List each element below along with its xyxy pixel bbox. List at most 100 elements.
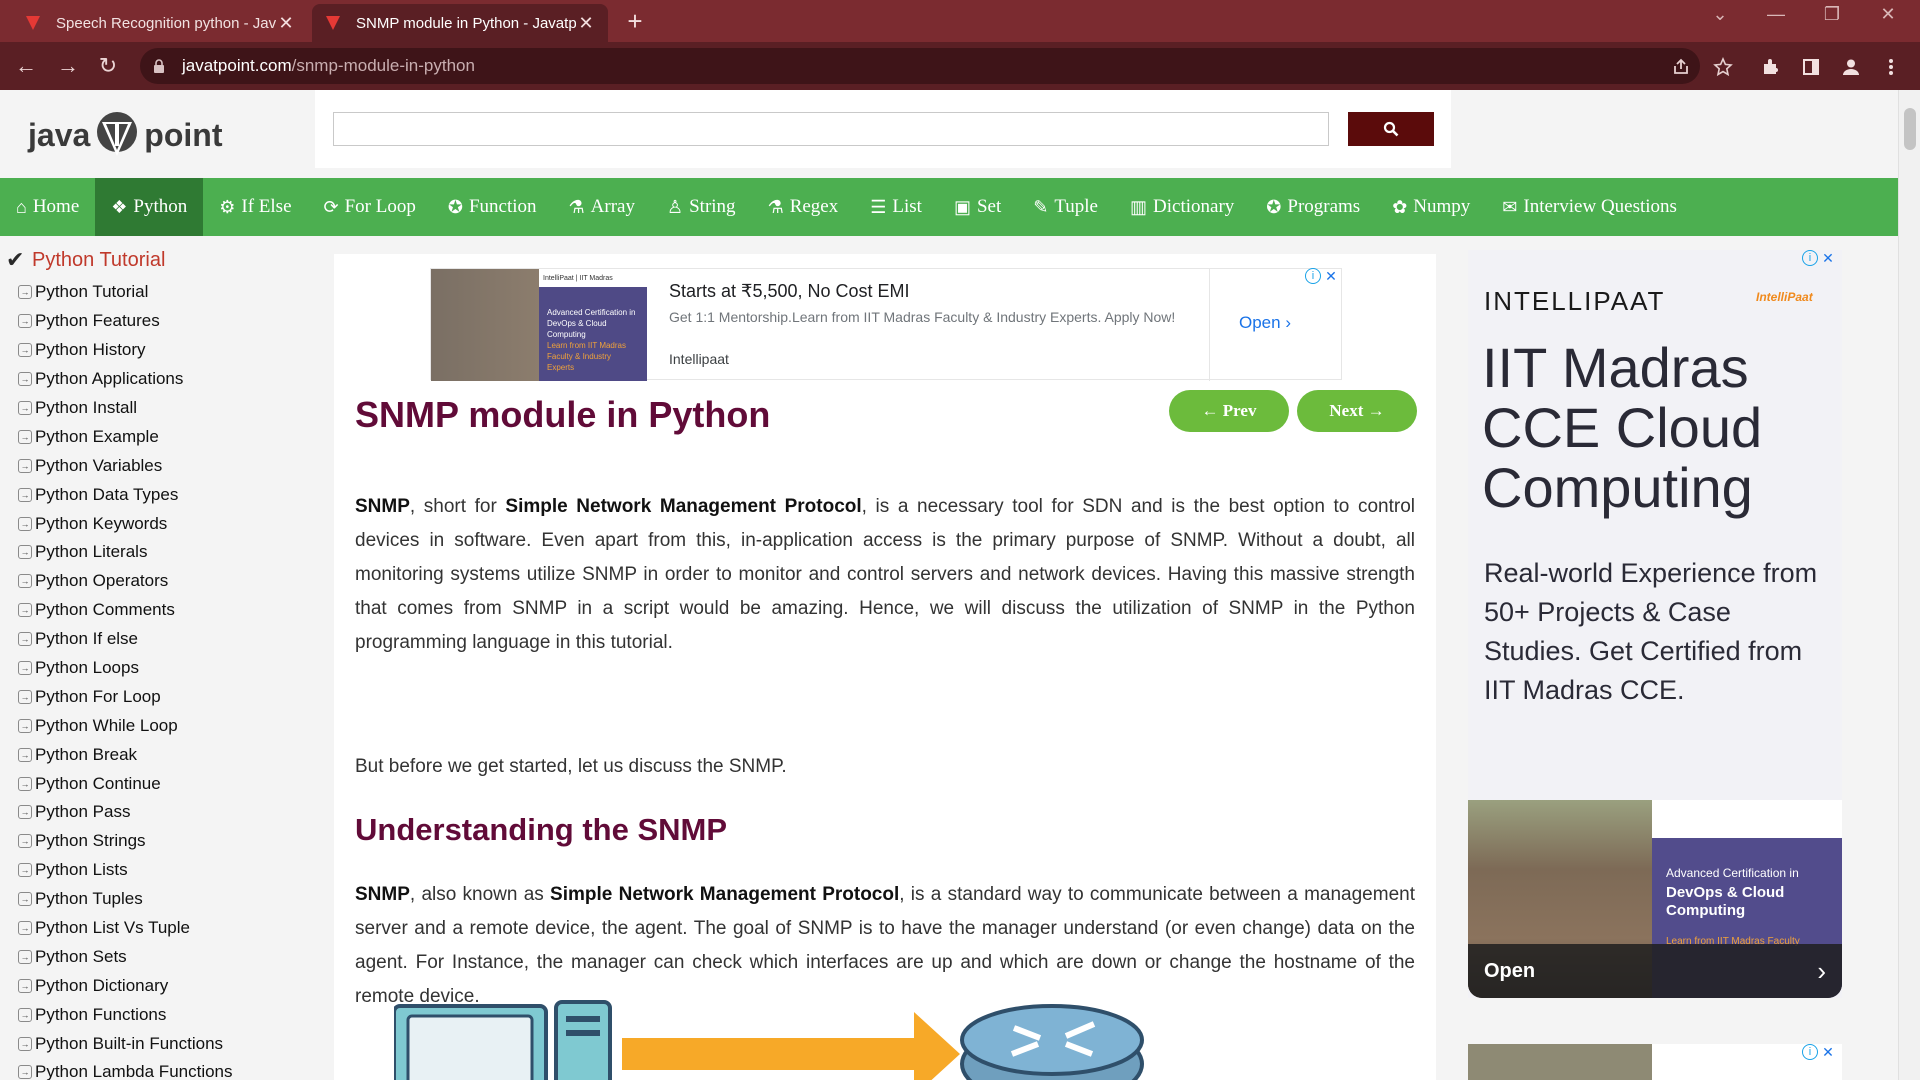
sidebar-item[interactable]: → Python While Loop (0, 711, 318, 740)
javatpoint-logo[interactable]: java point (28, 110, 222, 160)
tab-close-icon[interactable]: ✕ (576, 13, 596, 34)
menu-string[interactable]: ♙ String (651, 178, 752, 236)
menu-set[interactable]: ▣ Set (938, 178, 1017, 236)
menu-kebab-icon[interactable] (1878, 54, 1904, 80)
menu-label: Interview Questions (1523, 196, 1677, 217)
sidebar-item[interactable]: → Python Pass (0, 798, 318, 827)
ad-info-icon[interactable]: i (1802, 1044, 1818, 1060)
scrollbar-thumb[interactable] (1904, 108, 1916, 150)
minimize-icon[interactable]: — (1756, 4, 1796, 25)
javatpoint-favicon-icon (24, 14, 42, 32)
sidebar-item[interactable]: → Python Tuples (0, 885, 318, 914)
menu-dictionary[interactable]: ▥ Dictionary (1114, 178, 1250, 236)
sidebar-item[interactable]: → Python Tutorial (0, 278, 318, 307)
window-close-icon[interactable]: ✕ (1868, 4, 1908, 25)
reload-icon[interactable]: ↻ (92, 50, 124, 82)
ad-info-icon[interactable]: i (1802, 250, 1818, 266)
sidebar-item[interactable]: → Python Keywords (0, 509, 318, 538)
ad-choices-badge[interactable]: i ✕ (1802, 250, 1836, 266)
back-arrow-icon[interactable]: ← (10, 50, 42, 82)
intellipaat-logo: IntelliPaat (1756, 290, 1813, 304)
arrow-right-icon: → (18, 603, 32, 618)
ad-image-logo-strip (1652, 800, 1842, 838)
bookmark-star-icon[interactable] (1710, 54, 1736, 80)
side-panel-icon[interactable] (1798, 54, 1824, 80)
sidebar-item[interactable]: → Python Continue (0, 769, 318, 798)
new-tab-icon[interactable]: + (620, 6, 650, 37)
sidebar-item[interactable]: → Python Features (0, 307, 318, 336)
forward-arrow-icon[interactable]: → (52, 50, 84, 82)
sidebar-item[interactable]: → Python Dictionary (0, 971, 318, 1000)
ad-brand: Intellipaat (669, 351, 729, 367)
ad-info-icon[interactable]: i (1305, 268, 1321, 284)
ad-choices-badge[interactable]: i ✕ (1802, 1044, 1836, 1060)
tab-close-icon[interactable]: ✕ (276, 13, 296, 34)
arrow-right-icon: → (18, 487, 32, 502)
prev-button[interactable]: ← Prev (1169, 390, 1289, 432)
menu-regex[interactable]: ⚗ Regex (752, 178, 855, 236)
menu-home[interactable]: ⌂ Home (0, 178, 95, 236)
tab-speech-recognition[interactable]: Speech Recognition python - Jav ✕ (12, 4, 308, 42)
sidebar-item[interactable]: → Python Lambda Functions (0, 1058, 318, 1080)
sidebar-item[interactable]: → Python If else (0, 625, 318, 654)
tab-snmp-module[interactable]: SNMP module in Python - Javatp ✕ (312, 4, 608, 42)
arrow-right-icon: → (18, 718, 32, 733)
menu-interview-questions[interactable]: ✉ Interview Questions (1486, 178, 1693, 236)
tab-search-chevron-icon[interactable]: ⌄ (1700, 4, 1740, 25)
sidebar-item[interactable]: → Python History (0, 336, 318, 365)
sidebar-item[interactable]: → Python Applications (0, 365, 318, 394)
sidebar-item[interactable]: → Python Variables (0, 451, 318, 480)
share-icon[interactable] (1668, 54, 1694, 80)
menu-for-loop[interactable]: ⟳ For Loop (308, 178, 432, 236)
sidebar-item[interactable]: → Python Install (0, 394, 318, 423)
menu-if-else[interactable]: ⚙ If Else (203, 178, 307, 236)
sidebar-item[interactable]: → Python Loops (0, 654, 318, 683)
sidebar-item[interactable]: → Python Data Types (0, 480, 318, 509)
restore-icon[interactable]: ❐ (1812, 4, 1852, 25)
page-scrollbar[interactable] (1898, 90, 1920, 1080)
sidebar-item-label: Python Pass (35, 802, 131, 822)
ad-open-button[interactable]: Open › (1239, 313, 1291, 333)
sidebar-item[interactable]: → Python Functions (0, 1000, 318, 1029)
menu-array[interactable]: ⚗ Array (553, 178, 651, 236)
menu-list[interactable]: ☰ List (854, 178, 938, 236)
ad-choices-badge[interactable]: i ✕ (1305, 268, 1339, 284)
ad-image[interactable]: Advanced Certification in DevOps & Cloud… (1468, 800, 1842, 998)
menu-function[interactable]: ✪ Function (432, 178, 553, 236)
sidebar-heading[interactable]: ✔ Python Tutorial (0, 246, 318, 274)
extensions-puzzle-icon[interactable] (1758, 54, 1784, 80)
sidebar-item[interactable]: → Python For Loop (0, 682, 318, 711)
menu-python[interactable]: ❖ Python (95, 178, 204, 236)
ad-close-icon[interactable]: ✕ (1820, 1044, 1836, 1060)
sidebar-item[interactable]: → Python Literals (0, 538, 318, 567)
sidebar-item[interactable]: → Python List Vs Tuple (0, 914, 318, 943)
sidebar-item[interactable]: → Python Sets (0, 942, 318, 971)
sidebar-item[interactable]: → Python Built-in Functions (0, 1029, 318, 1058)
sidebar-item[interactable]: → Python Lists (0, 856, 318, 885)
sidebar-item[interactable]: → Python Operators (0, 567, 318, 596)
sidebar-item[interactable]: → Python Example (0, 422, 318, 451)
sidebar-item[interactable]: → Python Break (0, 740, 318, 769)
interview-icon: ✉ (1502, 196, 1518, 217)
sidebar-item[interactable]: → Python Strings (0, 827, 318, 856)
top-banner-ad[interactable]: IntelliPaat | IIT Madras Advanced Certif… (430, 268, 1342, 381)
sidebar-item-label: Python Continue (35, 773, 161, 793)
ad-open-bar[interactable]: Open › (1468, 944, 1842, 998)
search-button[interactable] (1348, 112, 1434, 146)
menu-numpy[interactable]: ✿ Numpy (1376, 178, 1486, 236)
right-sidebar-ad[interactable]: i ✕ INTELLIPAAT IntelliPaat IIT Madras C… (1468, 250, 1842, 998)
search-input[interactable] (333, 112, 1329, 146)
page-title: SNMP module in Python (355, 394, 771, 435)
second-sidebar-ad[interactable]: i ✕ (1468, 1044, 1842, 1080)
ad-headline[interactable]: Starts at ₹5,500, No Cost EMI (669, 281, 910, 302)
omnibox[interactable]: javatpoint.com/snmp-module-in-python (140, 48, 1700, 84)
profile-icon[interactable] (1838, 54, 1864, 80)
menu-programs[interactable]: ✪ Programs (1250, 178, 1376, 236)
sidebar-item[interactable]: → Python Comments (0, 596, 318, 625)
menu-tuple[interactable]: ✎ Tuple (1017, 178, 1114, 236)
next-button[interactable]: Next → (1297, 390, 1417, 432)
ad-close-icon[interactable]: ✕ (1323, 268, 1339, 284)
lock-icon[interactable] (150, 57, 168, 75)
url-text[interactable]: javatpoint.com/snmp-module-in-python (182, 56, 475, 76)
ad-close-icon[interactable]: ✕ (1820, 250, 1836, 266)
